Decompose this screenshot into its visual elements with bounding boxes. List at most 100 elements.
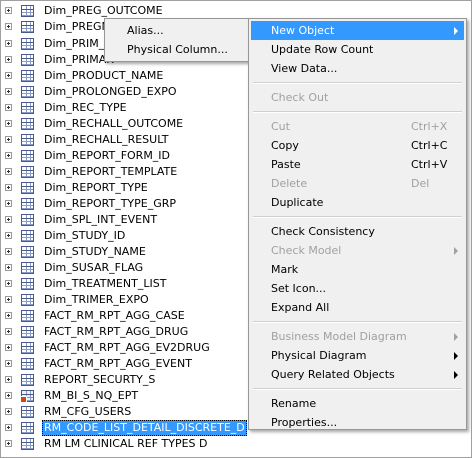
menu-separator: [253, 321, 462, 323]
menu-item-label: Business Model Diagram: [271, 330, 407, 343]
tree-row-label: Dim_STUDY_NAME: [44, 245, 146, 258]
menu-item-duplicate[interactable]: Duplicate: [251, 193, 464, 212]
menu-item-shortcut: Del: [411, 177, 430, 190]
table-icon: [21, 326, 34, 338]
tree-row[interactable]: FACT_RM_RPT_AGG_CASE: [1, 308, 241, 324]
expand-plus-icon[interactable]: [5, 104, 12, 111]
menu-item-paste[interactable]: Paste Ctrl+V: [251, 155, 464, 174]
expand-plus-icon[interactable]: [5, 408, 12, 415]
tree-row-label: FACT_RM_RPT_AGG_DRUG: [44, 325, 189, 338]
tree-row[interactable]: RM_BI_S_NQ_EPT: [1, 388, 241, 404]
tree-row[interactable]: Dim_TREATMENT_LIST: [1, 276, 241, 292]
tree-row[interactable]: FACT_RM_RPT_AGG_EVENT: [1, 356, 241, 372]
menu-item-copy[interactable]: Copy Ctrl+C: [251, 136, 464, 155]
menu-item-properties[interactable]: Properties...: [251, 413, 464, 432]
expand-plus-icon[interactable]: [5, 120, 12, 127]
menu-item-label: Check Out: [271, 91, 329, 104]
tree-row[interactable]: FACT_RM_RPT_AGG_DRUG: [1, 324, 241, 340]
tree-row-label: RM_BI_S_NQ_EPT: [44, 389, 139, 402]
tree-row[interactable]: Dim_STUDY_ID: [1, 228, 241, 244]
tree-row[interactable]: Dim_REPORT_FORM_ID: [1, 148, 241, 164]
tree-row[interactable]: Dim_REPORT_TEMPLATE: [1, 164, 241, 180]
tree-row[interactable]: Dim_REPORT_TYPE_GRP: [1, 196, 241, 212]
table-icon: [21, 166, 34, 178]
tree-row[interactable]: Dim_PRODUCT_NAME: [1, 68, 241, 84]
menu-item-set-icon[interactable]: Set Icon...: [251, 279, 464, 298]
menu-item-rename[interactable]: Rename: [251, 394, 464, 413]
menu-item-physical-column[interactable]: Physical Column...: [107, 40, 247, 59]
menu-item-label: Mark: [271, 263, 299, 276]
menu-item-cut: Cut Ctrl+X: [251, 117, 464, 136]
menu-item-label: Update Row Count: [271, 43, 374, 56]
menu-item-label: Cut: [271, 120, 290, 133]
table-icon: [21, 21, 34, 33]
menu-item-view-data[interactable]: View Data...: [251, 59, 464, 78]
tree-row[interactable]: REPORT_SECURTY_S: [1, 372, 241, 388]
menu-item-check-consistency[interactable]: Check Consistency: [251, 222, 464, 241]
menu-item-label: New Object: [271, 24, 335, 37]
menu-item-business-model-diagram: Business Model Diagram: [251, 327, 464, 346]
table-icon: [21, 294, 34, 306]
expand-plus-icon[interactable]: [5, 376, 12, 383]
expand-plus-icon[interactable]: [5, 184, 12, 191]
expand-plus-icon[interactable]: [5, 344, 12, 351]
tree-row[interactable]: FACT_RM_RPT_AGG_EV2DRUG: [1, 340, 241, 356]
tree-row-label: Dim_REPORT_TEMPLATE: [44, 165, 178, 178]
expand-plus-icon[interactable]: [5, 424, 12, 431]
menu-separator: [253, 111, 462, 113]
tree-row[interactable]: Dim_RECHALL_RESULT: [1, 132, 241, 148]
tree-row[interactable]: Dim_PREG_OUTCOME: [1, 3, 241, 19]
expand-plus-icon[interactable]: [5, 232, 12, 239]
menu-item-query-related-objects[interactable]: Query Related Objects: [251, 365, 464, 384]
expand-plus-icon[interactable]: [5, 7, 12, 14]
expand-plus-icon[interactable]: [5, 296, 12, 303]
menu-item-check-model: Check Model: [251, 241, 464, 260]
menu-item-update-row-count[interactable]: Update Row Count: [251, 40, 464, 59]
tree-row[interactable]: Dim_REC_TYPE: [1, 100, 241, 116]
menu-item-label: Rename: [271, 397, 317, 410]
menu-item-expand-all[interactable]: Expand All: [251, 298, 464, 317]
menu-item-shortcut: Ctrl+C: [411, 139, 448, 152]
expand-plus-icon[interactable]: [5, 360, 12, 367]
tree-row[interactable]: Dim_STUDY_NAME: [1, 244, 241, 260]
tree-row-label: Dim_PRODUCT_NAME: [44, 69, 164, 82]
expand-plus-icon[interactable]: [5, 312, 12, 319]
tree-row[interactable]: RM LM CLINICAL REF TYPES D: [1, 436, 241, 452]
expand-plus-icon[interactable]: [5, 152, 12, 159]
submenu-arrow-icon: [454, 352, 458, 360]
tree-row-selected[interactable]: RM_CODE_LIST_DETAIL_DISCRETE_D: [1, 420, 251, 436]
tree-row-label: Dim_PRIM_S: [44, 37, 112, 50]
expand-plus-icon[interactable]: [5, 392, 12, 399]
tree-row[interactable]: Dim_SPL_INT_EVENT: [1, 212, 241, 228]
tree-row[interactable]: Dim_REPORT_TYPE: [1, 180, 241, 196]
expand-plus-icon[interactable]: [5, 168, 12, 175]
table-icon: [21, 38, 34, 50]
expand-plus-icon[interactable]: [5, 56, 12, 63]
expand-plus-icon[interactable]: [5, 200, 12, 207]
tree-row[interactable]: Dim_SUSAR_FLAG: [1, 260, 241, 276]
menu-item-physical-diagram[interactable]: Physical Diagram: [251, 346, 464, 365]
expand-plus-icon[interactable]: [5, 72, 12, 79]
menu-item-mark[interactable]: Mark: [251, 260, 464, 279]
expand-plus-icon[interactable]: [5, 88, 12, 95]
menu-item-label: Paste: [271, 158, 301, 171]
expand-plus-icon[interactable]: [5, 328, 12, 335]
tree-row-label: Dim_RECHALL_RESULT: [44, 133, 169, 146]
expand-plus-icon[interactable]: [5, 248, 12, 255]
expand-plus-icon[interactable]: [5, 136, 12, 143]
tree-row[interactable]: RM_CFG_USERS: [1, 404, 241, 420]
menu-item-new-object[interactable]: New Object: [251, 21, 464, 40]
table-icon: [21, 134, 34, 146]
table-icon: [21, 214, 34, 226]
expand-plus-icon[interactable]: [5, 23, 12, 30]
expand-plus-icon[interactable]: [5, 264, 12, 271]
tree-row[interactable]: Dim_PROLONGED_EXPO: [1, 84, 241, 100]
tree-row-label: RM LM CLINICAL REF TYPES D: [44, 437, 208, 450]
tree-row[interactable]: Dim_RECHALL_OUTCOME: [1, 116, 241, 132]
tree-row[interactable]: Dim_TRIMER_EXPO: [1, 292, 241, 308]
menu-item-alias[interactable]: Alias...: [107, 21, 247, 40]
expand-plus-icon[interactable]: [5, 216, 12, 223]
expand-plus-icon[interactable]: [5, 40, 12, 47]
expand-plus-icon[interactable]: [5, 280, 12, 287]
expand-plus-icon[interactable]: [5, 440, 12, 447]
